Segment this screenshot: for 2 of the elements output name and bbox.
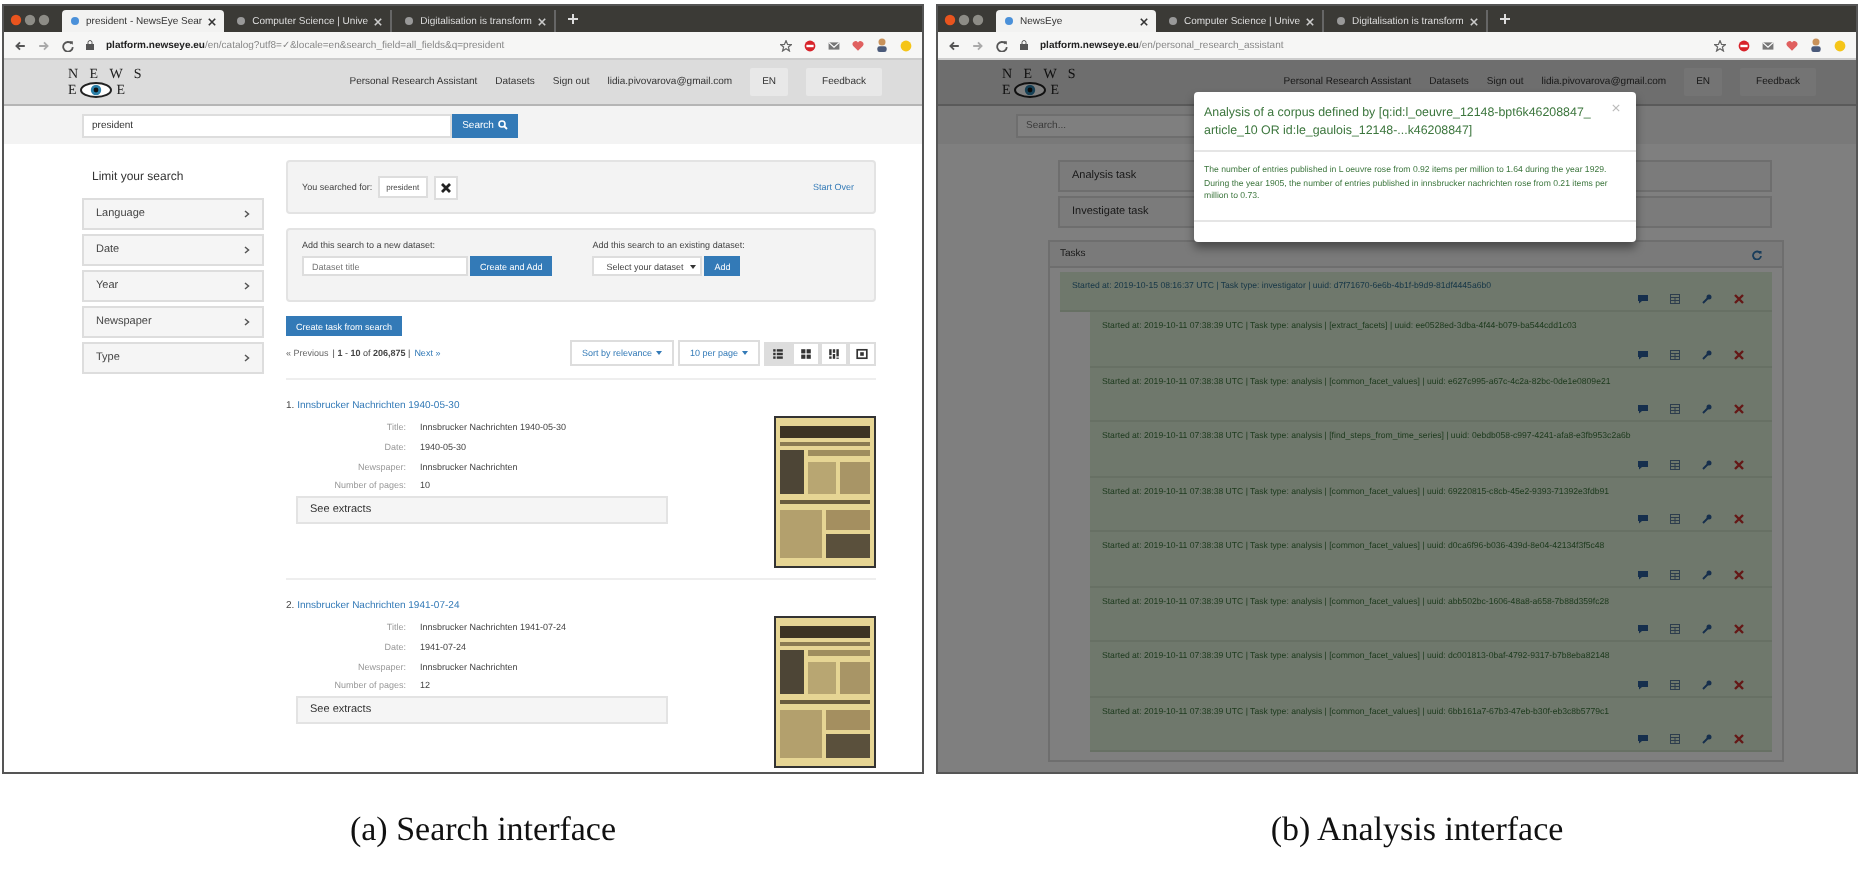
figure-caption: (a) Search interface [347, 810, 619, 850]
figure-caption: (b) Analysis interface [1268, 810, 1566, 850]
